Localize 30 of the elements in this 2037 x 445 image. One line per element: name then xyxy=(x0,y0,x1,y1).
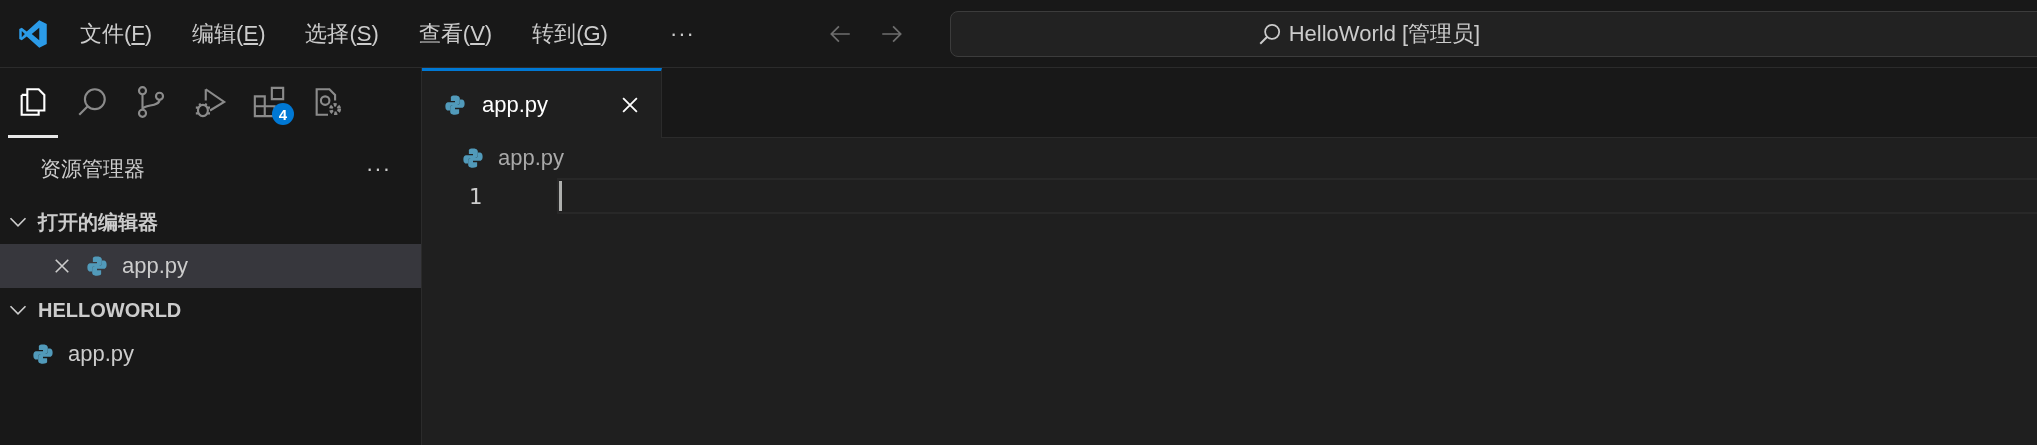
file-name: app.py xyxy=(68,341,135,367)
editor-tab[interactable]: app.py xyxy=(422,68,662,138)
section-title: 打开的编辑器 xyxy=(38,209,158,235)
menu-item[interactable]: 选择(S) xyxy=(303,14,381,53)
section-title: HELLOWORLD xyxy=(38,298,182,322)
extensions-tab[interactable]: 4 xyxy=(244,68,294,138)
file-item[interactable]: app.py xyxy=(0,244,421,288)
count-badge: 4 xyxy=(272,103,294,125)
breadcrumb-item[interactable]: app.py xyxy=(498,145,565,171)
python-file-icon xyxy=(462,147,484,169)
section-header[interactable]: 打开的编辑器 xyxy=(0,200,421,244)
menu-item[interactable]: 文件(F) xyxy=(78,14,155,53)
more-actions-button[interactable]: ··· xyxy=(366,156,391,182)
sidebar-title: 资源管理器 xyxy=(40,156,145,182)
python-file-icon xyxy=(86,255,108,277)
blocks-icon xyxy=(252,84,286,119)
menu-item[interactable]: 编辑(E) xyxy=(190,14,268,53)
menu-item[interactable]: 转到(G) xyxy=(530,14,610,53)
more-menu-button[interactable]: ··· xyxy=(667,16,697,51)
command-search-field[interactable]: HelloWorld [管理员] xyxy=(949,10,2037,57)
close-icon[interactable] xyxy=(52,256,72,276)
menu-item[interactable]: 查看(V) xyxy=(416,14,495,53)
app-logo-icon xyxy=(18,18,48,49)
line-number: 1 xyxy=(467,183,482,209)
file-item[interactable]: app.py xyxy=(0,332,421,376)
section-header[interactable]: HELLOWORLD xyxy=(0,288,421,332)
file-name: app.py xyxy=(122,253,189,279)
python-file-icon xyxy=(444,93,466,116)
python-file-icon xyxy=(32,343,54,365)
text-cursor xyxy=(559,181,562,211)
